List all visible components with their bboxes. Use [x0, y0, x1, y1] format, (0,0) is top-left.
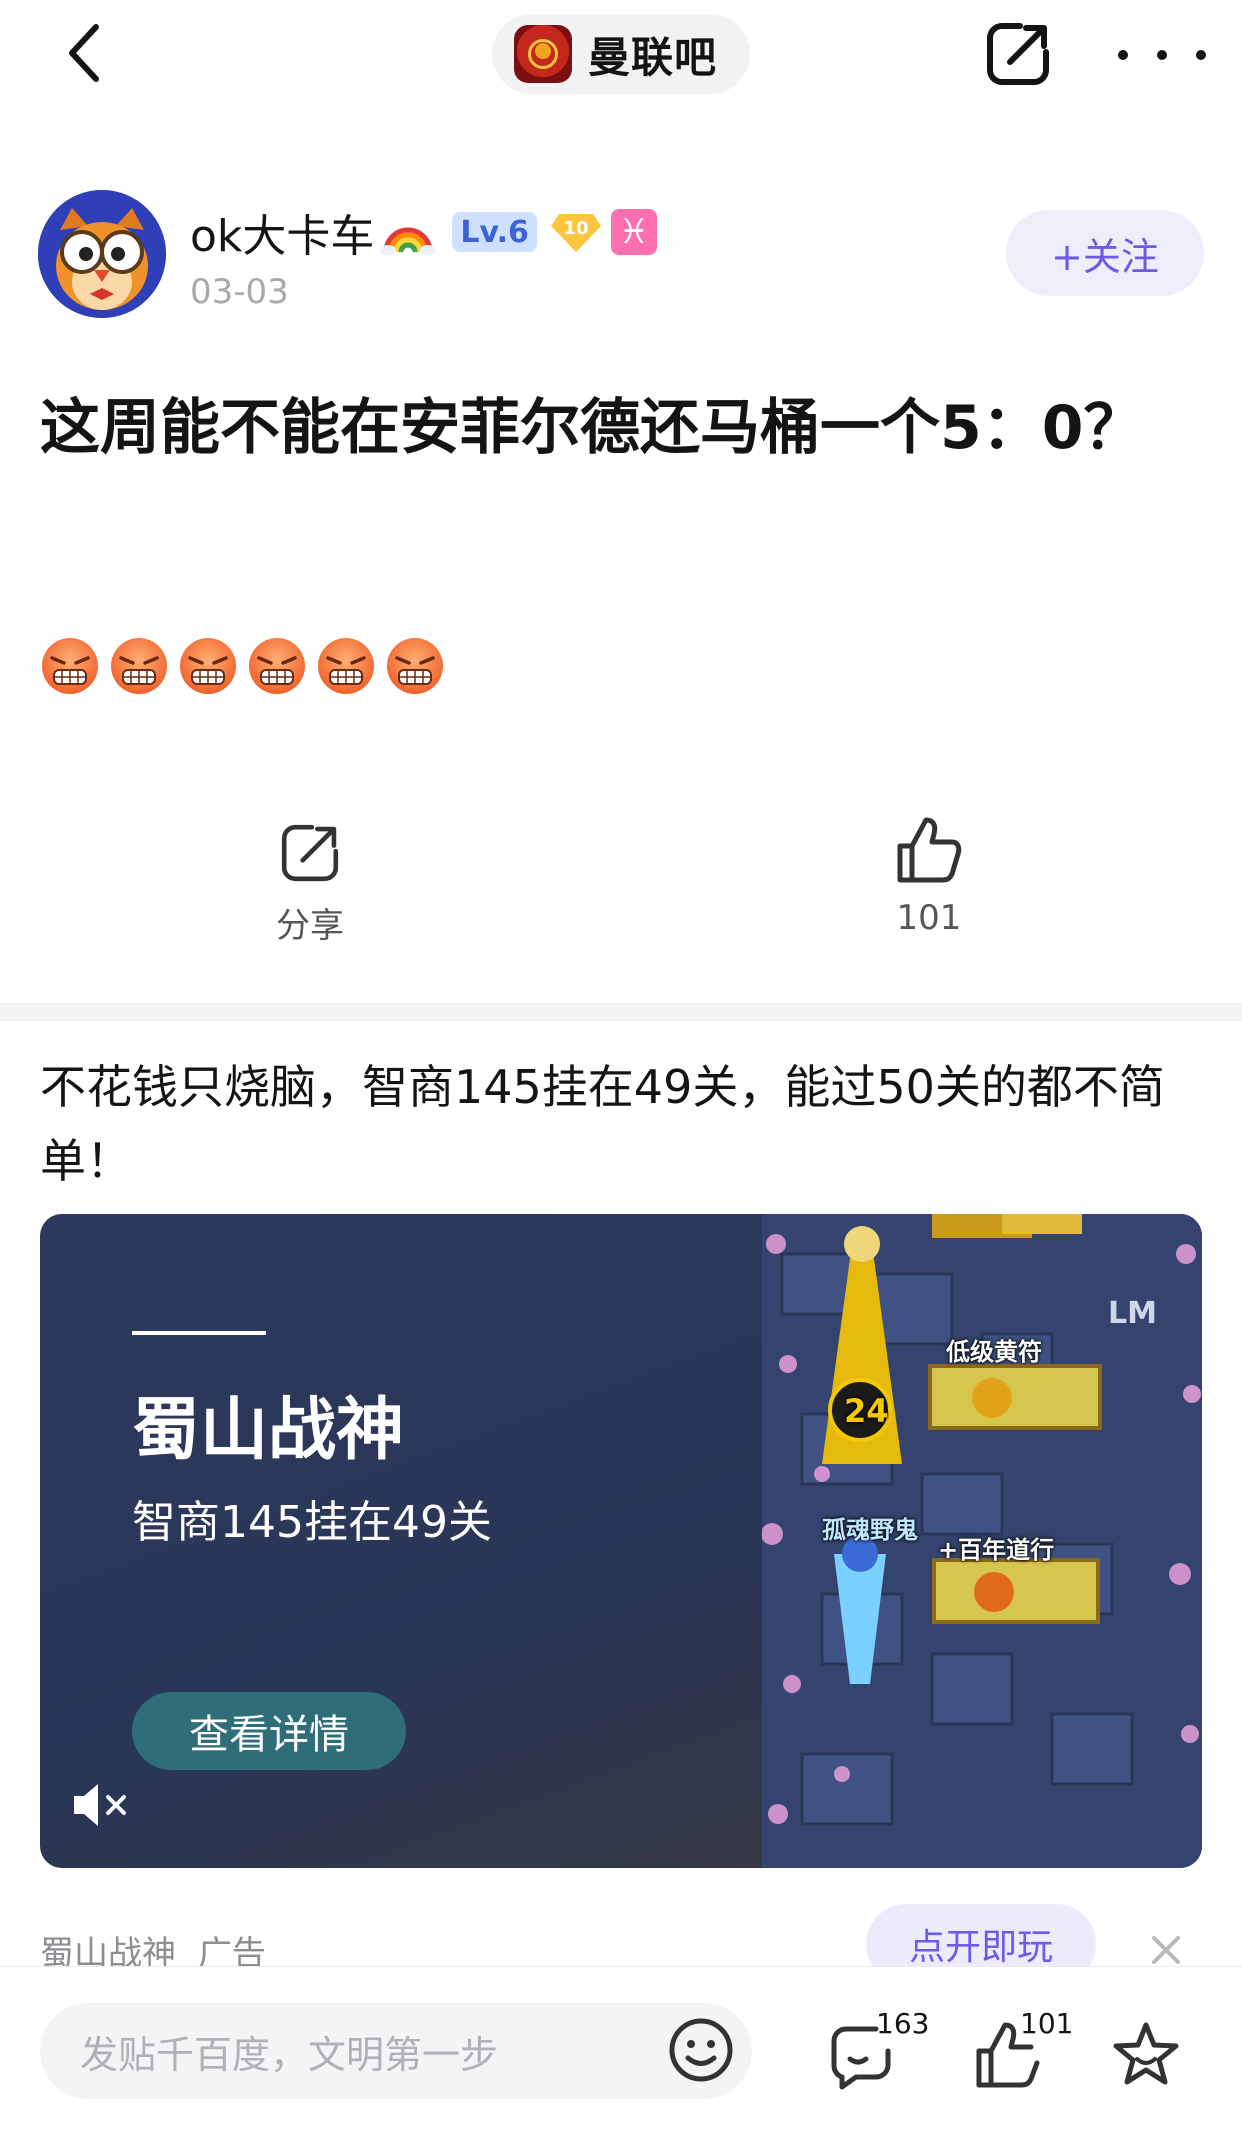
- angry-face-emoji-icon: [42, 638, 98, 694]
- back-button[interactable]: [52, 18, 116, 88]
- chevron-left-icon: [69, 24, 99, 82]
- share-button[interactable]: [980, 16, 1056, 92]
- bottom-bar: 发贴千百度，文明第一步 163 101: [0, 1966, 1242, 2135]
- thumbs-up-icon: [897, 817, 962, 883]
- zodiac-badge: ♓: [610, 209, 657, 255]
- share-icon: [987, 23, 1049, 85]
- ad-game-artwork: 24 LM 低级黄符 孤魂野鬼 +百年道行: [762, 1214, 1202, 1868]
- ad-headline[interactable]: 不花钱只烧脑，智商145挂在49关，能过50关的都不简单！: [40, 1050, 1210, 1198]
- ad-card[interactable]: 蜀山战神 智商145挂在49关 查看详情 24 LM 低级黄符 孤魂野鬼 +百年…: [40, 1214, 1202, 1868]
- post-date: 03-03: [190, 272, 289, 312]
- close-ad-button[interactable]: [1146, 1930, 1186, 1970]
- avatar[interactable]: [38, 190, 166, 318]
- art-watermark: LM: [1108, 1296, 1157, 1331]
- more-button[interactable]: [1118, 30, 1206, 80]
- emoji-row: [40, 636, 454, 696]
- angry-face-emoji-icon: [387, 638, 443, 694]
- like-count: 101: [896, 898, 962, 938]
- diamond-badge-icon: 10: [550, 214, 601, 252]
- follow-button[interactable]: +关注: [1006, 210, 1204, 296]
- section-divider: [0, 1003, 1242, 1021]
- comment-count: 163: [876, 2007, 930, 2040]
- forum-entry[interactable]: 曼联吧: [492, 14, 750, 94]
- ad-game-title: 蜀山战神: [132, 1391, 405, 1470]
- author-row: ok大卡车 Lv.6 10 ♓: [190, 200, 657, 264]
- view-details-button[interactable]: 查看详情: [132, 1692, 406, 1770]
- comment-input-placeholder: 发贴千百度，文明第一步: [80, 2032, 499, 2077]
- forum-logo-icon: [514, 25, 572, 83]
- owl-avatar-icon: [38, 190, 166, 318]
- rainbow-icon: [380, 227, 437, 255]
- emoji-button[interactable]: [666, 2015, 736, 2085]
- ad-title-rule: [132, 1331, 266, 1335]
- comment-input[interactable]: 发贴千百度，文明第一步: [40, 2003, 752, 2099]
- star-icon: [1113, 2022, 1179, 2085]
- fan-level-text: 10: [563, 218, 588, 239]
- volume-mute-icon: [74, 1784, 126, 1826]
- ad-game-subtitle: 智商145挂在49关: [132, 1497, 492, 1548]
- share-label: 分享: [276, 906, 344, 946]
- fan-level-badge: 10: [549, 210, 603, 254]
- angry-face-emoji-icon: [249, 638, 305, 694]
- angry-face-emoji-icon: [318, 638, 374, 694]
- top-nav-bar: 曼联吧: [0, 0, 1242, 110]
- like-action[interactable]: 101: [884, 814, 974, 938]
- share-action[interactable]: 分享: [270, 818, 350, 947]
- smiley-icon: [669, 2018, 733, 2082]
- forum-name: 曼联吧: [588, 32, 718, 82]
- share-icon: [281, 824, 339, 882]
- mute-button[interactable]: [70, 1780, 130, 1830]
- art-level-number: 24: [844, 1392, 889, 1430]
- angry-face-emoji-icon: [111, 638, 167, 694]
- more-icon: [1118, 50, 1128, 60]
- bottom-like-count: 101: [1020, 2007, 1074, 2040]
- close-icon: [1152, 1936, 1180, 1964]
- art-item-label-2: +百年道行: [938, 1536, 1055, 1564]
- level-badge: Lv.6: [452, 212, 537, 252]
- post-title: 这周能不能在安菲尔德还马桶一个5：0？: [40, 393, 1144, 463]
- art-enemy-label: 孤魂野鬼: [822, 1516, 918, 1544]
- angry-face-emoji-icon: [180, 638, 236, 694]
- username[interactable]: ok大卡车: [190, 200, 374, 264]
- favorite-button[interactable]: [1110, 2019, 1182, 2091]
- art-item-label-1: 低级黄符: [946, 1338, 1042, 1366]
